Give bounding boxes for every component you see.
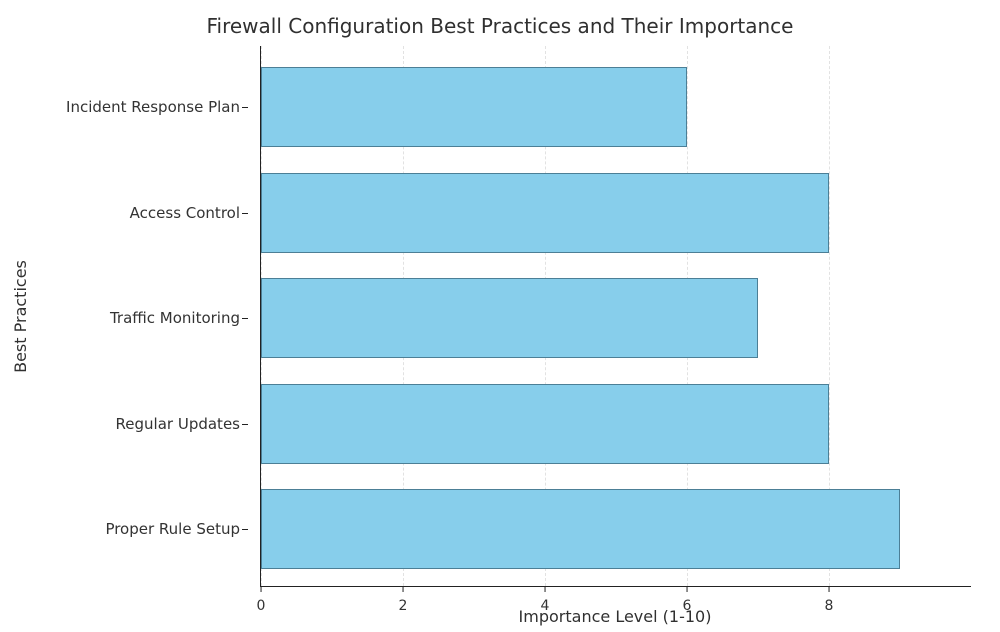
tick-mark	[242, 529, 248, 530]
x-axis-label: Importance Level (1-10)	[260, 607, 970, 626]
tick-mark	[242, 318, 248, 319]
bar-access-control	[261, 173, 829, 253]
ytick-traffic-monitoring: Traffic Monitoring	[0, 309, 240, 327]
tick-mark	[242, 107, 248, 108]
chart-title: Firewall Configuration Best Practices an…	[0, 14, 1000, 38]
tick-mark	[242, 213, 248, 214]
ytick-proper-rule-setup: Proper Rule Setup	[0, 520, 240, 538]
tick-mark	[545, 586, 546, 592]
ytick-incident-response: Incident Response Plan	[0, 98, 240, 116]
tick-mark	[242, 424, 248, 425]
bar-incident-response	[261, 67, 687, 147]
ytick-label: Traffic Monitoring	[110, 309, 240, 327]
ytick-label: Regular Updates	[116, 415, 240, 433]
bar-regular-updates	[261, 384, 829, 464]
ytick-label: Incident Response Plan	[66, 98, 240, 116]
ytick-label: Proper Rule Setup	[105, 520, 240, 538]
ytick-label: Access Control	[130, 204, 240, 222]
tick-mark	[403, 586, 404, 592]
tick-mark	[261, 586, 262, 592]
bar-proper-rule-setup	[261, 489, 900, 569]
tick-mark	[687, 586, 688, 592]
ytick-regular-updates: Regular Updates	[0, 415, 240, 433]
ytick-access-control: Access Control	[0, 204, 240, 222]
plot-area: 0 2 4 6 8	[260, 46, 971, 587]
bar-traffic-monitoring	[261, 278, 758, 358]
chart-canvas: Firewall Configuration Best Practices an…	[0, 0, 1000, 632]
tick-mark	[829, 586, 830, 592]
